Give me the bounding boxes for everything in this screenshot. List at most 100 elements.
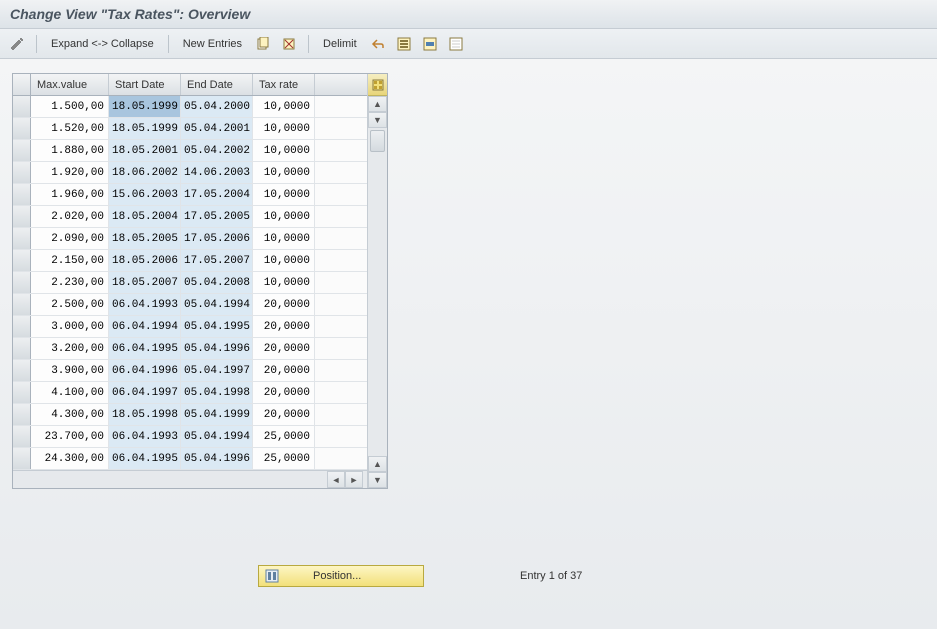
cell-start-date[interactable]: 06.04.1993 (109, 294, 181, 315)
cell-end-date[interactable]: 05.04.2002 (181, 140, 253, 161)
cell-max-value[interactable]: 1.520,00 (31, 118, 109, 139)
cell-end-date[interactable]: 17.05.2006 (181, 228, 253, 249)
cell-end-date[interactable]: 14.06.2003 (181, 162, 253, 183)
cell-max-value[interactable]: 23.700,00 (31, 426, 109, 447)
cell-tax-rate[interactable]: 20,0000 (253, 404, 315, 425)
cell-end-date[interactable]: 05.04.1994 (181, 426, 253, 447)
select-block-icon[interactable] (421, 35, 439, 53)
cell-end-date[interactable]: 05.04.2000 (181, 96, 253, 117)
cell-max-value[interactable]: 24.300,00 (31, 448, 109, 469)
cell-tax-rate[interactable]: 25,0000 (253, 448, 315, 469)
cell-start-date[interactable]: 06.04.1993 (109, 426, 181, 447)
cell-start-date[interactable]: 06.04.1996 (109, 360, 181, 381)
cell-end-date[interactable]: 05.04.1996 (181, 448, 253, 469)
new-entries-button[interactable]: New Entries (179, 36, 246, 52)
cell-end-date[interactable]: 05.04.1997 (181, 360, 253, 381)
row-selector[interactable] (13, 426, 31, 447)
cell-end-date[interactable]: 05.04.1999 (181, 404, 253, 425)
cell-tax-rate[interactable]: 20,0000 (253, 360, 315, 381)
col-head-max-value[interactable]: Max.value (31, 74, 109, 95)
row-selector[interactable] (13, 382, 31, 403)
cell-tax-rate[interactable]: 10,0000 (253, 272, 315, 293)
cell-max-value[interactable]: 2.230,00 (31, 272, 109, 293)
cell-start-date[interactable]: 18.05.2006 (109, 250, 181, 271)
cell-tax-rate[interactable]: 20,0000 (253, 338, 315, 359)
cell-max-value[interactable]: 3.000,00 (31, 316, 109, 337)
cell-max-value[interactable]: 2.020,00 (31, 206, 109, 227)
cell-end-date[interactable]: 17.05.2004 (181, 184, 253, 205)
col-head-tax-rate[interactable]: Tax rate (253, 74, 315, 95)
col-head-end-date[interactable]: End Date (181, 74, 253, 95)
col-head-start-date[interactable]: Start Date (109, 74, 181, 95)
scroll-thumb[interactable] (370, 130, 385, 152)
cell-start-date[interactable]: 18.05.2007 (109, 272, 181, 293)
row-selector[interactable] (13, 184, 31, 205)
select-all-icon[interactable] (395, 35, 413, 53)
scroll-up-bottom-icon[interactable]: ▲ (368, 456, 387, 472)
cell-tax-rate[interactable]: 10,0000 (253, 162, 315, 183)
table-config-icon[interactable] (368, 74, 387, 96)
row-selector[interactable] (13, 140, 31, 161)
cell-end-date[interactable]: 05.04.1995 (181, 316, 253, 337)
cell-start-date[interactable]: 15.06.2003 (109, 184, 181, 205)
cell-max-value[interactable]: 4.100,00 (31, 382, 109, 403)
row-selector[interactable] (13, 338, 31, 359)
copy-icon[interactable] (254, 35, 272, 53)
position-button[interactable]: Position... (258, 565, 424, 587)
cell-max-value[interactable]: 2.500,00 (31, 294, 109, 315)
scroll-track[interactable] (368, 128, 387, 456)
cell-tax-rate[interactable]: 10,0000 (253, 228, 315, 249)
row-selector[interactable] (13, 228, 31, 249)
scroll-right-icon[interactable]: ► (345, 471, 363, 488)
cell-tax-rate[interactable]: 10,0000 (253, 184, 315, 205)
row-selector[interactable] (13, 96, 31, 117)
cell-end-date[interactable]: 05.04.1996 (181, 338, 253, 359)
cell-max-value[interactable]: 1.880,00 (31, 140, 109, 161)
cell-start-date[interactable]: 18.05.2004 (109, 206, 181, 227)
cell-tax-rate[interactable]: 20,0000 (253, 294, 315, 315)
scroll-down-bottom-icon[interactable]: ▼ (368, 472, 387, 488)
expand-collapse-button[interactable]: Expand <-> Collapse (47, 36, 158, 52)
cell-max-value[interactable]: 2.090,00 (31, 228, 109, 249)
cell-start-date[interactable]: 06.04.1995 (109, 448, 181, 469)
row-selector[interactable] (13, 448, 31, 469)
cell-max-value[interactable]: 2.150,00 (31, 250, 109, 271)
undo-icon[interactable] (369, 35, 387, 53)
cell-start-date[interactable]: 18.05.1999 (109, 118, 181, 139)
row-selector[interactable] (13, 118, 31, 139)
cell-max-value[interactable]: 4.300,00 (31, 404, 109, 425)
cell-tax-rate[interactable]: 10,0000 (253, 118, 315, 139)
cell-tax-rate[interactable]: 20,0000 (253, 382, 315, 403)
row-selector[interactable] (13, 162, 31, 183)
cell-tax-rate[interactable]: 10,0000 (253, 206, 315, 227)
cell-end-date[interactable]: 17.05.2007 (181, 250, 253, 271)
cell-tax-rate[interactable]: 20,0000 (253, 316, 315, 337)
scroll-up-icon[interactable]: ▲ (368, 96, 387, 112)
cell-tax-rate[interactable]: 10,0000 (253, 250, 315, 271)
cell-end-date[interactable]: 17.05.2005 (181, 206, 253, 227)
row-selector[interactable] (13, 272, 31, 293)
cell-start-date[interactable]: 18.05.2005 (109, 228, 181, 249)
cell-end-date[interactable]: 05.04.1998 (181, 382, 253, 403)
cell-start-date[interactable]: 06.04.1994 (109, 316, 181, 337)
cell-start-date[interactable]: 18.05.2001 (109, 140, 181, 161)
cell-tax-rate[interactable]: 10,0000 (253, 140, 315, 161)
delete-icon[interactable] (280, 35, 298, 53)
cell-start-date[interactable]: 18.06.2002 (109, 162, 181, 183)
cell-tax-rate[interactable]: 25,0000 (253, 426, 315, 447)
row-selector[interactable] (13, 360, 31, 381)
cell-max-value[interactable]: 1.500,00 (31, 96, 109, 117)
row-selector[interactable] (13, 294, 31, 315)
row-selector[interactable] (13, 316, 31, 337)
cell-end-date[interactable]: 05.04.2001 (181, 118, 253, 139)
cell-end-date[interactable]: 05.04.1994 (181, 294, 253, 315)
cell-max-value[interactable]: 1.920,00 (31, 162, 109, 183)
scroll-left-icon[interactable]: ◄ (327, 471, 345, 488)
cell-max-value[interactable]: 3.200,00 (31, 338, 109, 359)
deselect-all-icon[interactable] (447, 35, 465, 53)
cell-start-date[interactable]: 06.04.1997 (109, 382, 181, 403)
cell-start-date[interactable]: 18.05.1999 (109, 96, 181, 117)
toggle-display-icon[interactable] (8, 35, 26, 53)
row-selector[interactable] (13, 206, 31, 227)
delimit-button[interactable]: Delimit (319, 36, 361, 52)
